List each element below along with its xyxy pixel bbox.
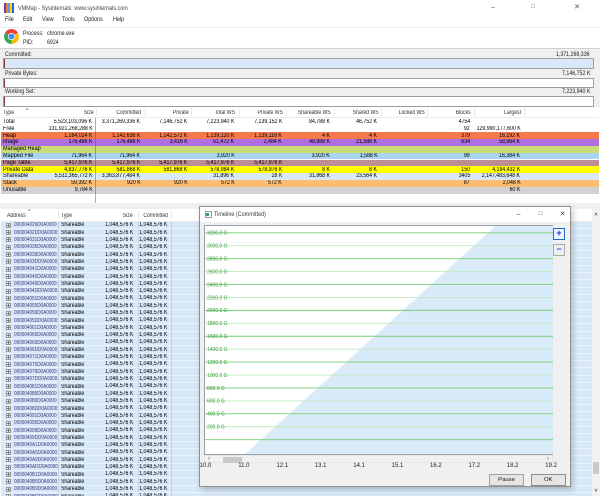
svg-text:2600.0 G: 2600.0 G [207, 269, 228, 275]
svg-text:400.0 G: 400.0 G [207, 412, 225, 418]
svg-text:800.0 G: 800.0 G [207, 386, 225, 392]
svg-text:3000.0 G: 3000.0 G [207, 244, 228, 250]
svg-text:1600.0 G: 1600.0 G [207, 334, 228, 340]
svg-text:2200.0 G: 2200.0 G [207, 295, 228, 301]
svg-text:600.0 G: 600.0 G [207, 399, 225, 405]
svg-text:1200.0 G: 1200.0 G [207, 360, 228, 366]
svg-text:200.0 G: 200.0 G [207, 425, 225, 431]
svg-text:2800.0 G: 2800.0 G [207, 256, 228, 262]
svg-text:1000.0 G: 1000.0 G [207, 373, 228, 379]
svg-text:1800.0 G: 1800.0 G [207, 321, 228, 327]
svg-text:2000.0 G: 2000.0 G [207, 308, 228, 314]
svg-text:1400.0 G: 1400.0 G [207, 347, 228, 353]
svg-text:3200.0 G: 3200.0 G [207, 231, 228, 237]
svg-text:2400.0 G: 2400.0 G [207, 282, 228, 288]
